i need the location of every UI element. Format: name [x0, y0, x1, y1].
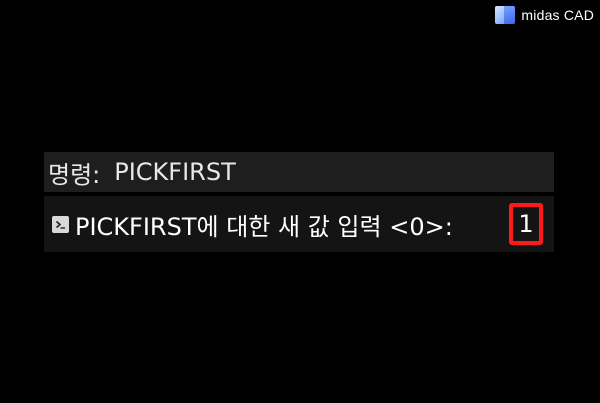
midas-logo-icon — [495, 6, 516, 24]
brand-name: midas CAD — [521, 7, 594, 23]
command-line-panel: 명령: PICKFIRST PICKFIRST에 대한 새 값 입력 <0>: … — [44, 152, 554, 252]
command-input-line[interactable]: PICKFIRST에 대한 새 값 입력 <0>: 1 — [44, 196, 554, 252]
command-input-value[interactable]: 1 — [509, 203, 543, 245]
command-label: 명령: — [48, 160, 101, 189]
brand-logo: midas CAD — [495, 6, 594, 24]
command-name: PICKFIRST — [114, 158, 236, 186]
command-history-line: 명령: PICKFIRST — [44, 152, 554, 192]
terminal-prompt-icon — [52, 215, 69, 233]
command-prompt-text: PICKFIRST에 대한 새 값 입력 <0>: — [75, 212, 453, 241]
